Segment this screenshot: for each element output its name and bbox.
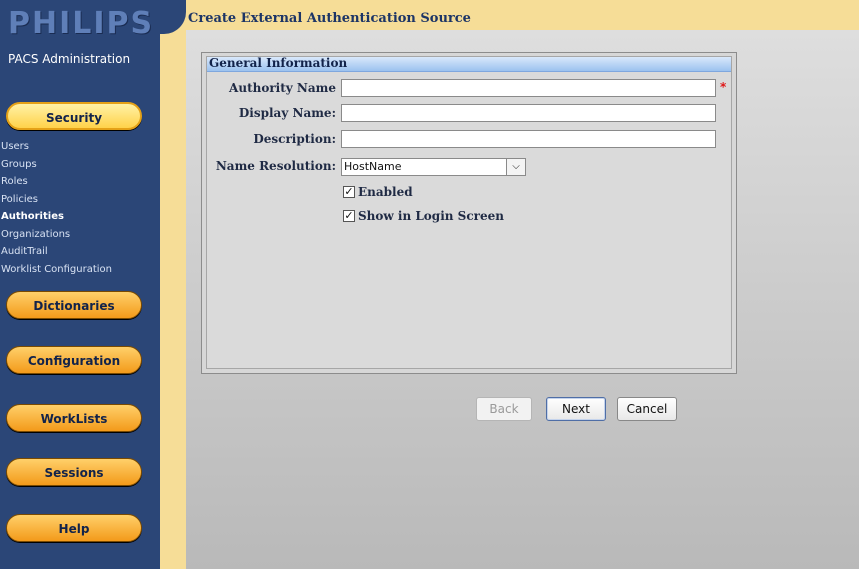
cancel-button[interactable]: Cancel <box>617 397 677 421</box>
authority-name-label: Authority Name <box>229 81 336 95</box>
nav-help-button[interactable]: Help <box>6 514 142 542</box>
nav-sessions-button[interactable]: Sessions <box>6 458 142 486</box>
chevron-down-icon[interactable]: ⌵ <box>506 159 525 175</box>
panel-header: General Information <box>207 56 731 72</box>
subnav-item-worklist-configuration[interactable]: Worklist Configuration <box>0 261 160 279</box>
nav-worklists-button[interactable]: WorkLists <box>6 404 142 432</box>
subnav-item-roles[interactable]: Roles <box>0 173 160 191</box>
divider-band <box>160 0 186 569</box>
enabled-checkbox[interactable]: ✓ <box>343 186 355 198</box>
description-label: Description: <box>253 132 336 146</box>
nav-configuration-button[interactable]: Configuration <box>6 346 142 374</box>
panel-title: General Information <box>209 56 348 70</box>
enabled-label: Enabled <box>358 185 413 199</box>
description-input[interactable] <box>341 130 716 148</box>
subnav-item-policies[interactable]: Policies <box>0 191 160 209</box>
app-title: PACS Administration <box>8 52 131 66</box>
required-marker: * <box>720 80 727 94</box>
show-in-login-label: Show in Login Screen <box>358 209 504 223</box>
back-button[interactable]: Back <box>476 397 532 421</box>
name-resolution-select[interactable]: HostName ⌵ <box>341 158 526 176</box>
subnav-item-users[interactable]: Users <box>0 138 160 156</box>
nav-dictionaries-button[interactable]: Dictionaries <box>6 291 142 319</box>
page-title: Create External Authentication Source <box>188 11 471 26</box>
philips-logo: PHILIPS <box>8 6 155 41</box>
show-in-login-checkbox[interactable]: ✓ <box>343 210 355 222</box>
nav-security-button[interactable]: Security <box>6 102 142 130</box>
sidebar: PHILIPS PACS Administration Security Use… <box>0 0 160 569</box>
name-resolution-label: Name Resolution: <box>215 159 336 173</box>
display-name-label: Display Name: <box>238 106 336 120</box>
subnav-item-organizations[interactable]: Organizations <box>0 226 160 244</box>
subnav-item-groups[interactable]: Groups <box>0 156 160 174</box>
authority-name-input[interactable] <box>341 79 716 97</box>
subnav-item-authorities[interactable]: Authorities <box>0 208 160 226</box>
security-subnav: Users Groups Roles Policies Authorities … <box>0 138 160 278</box>
subnav-item-audittrail[interactable]: AuditTrail <box>0 243 160 261</box>
next-button[interactable]: Next <box>546 397 606 421</box>
name-resolution-value: HostName <box>344 160 402 173</box>
display-name-input[interactable] <box>341 104 716 122</box>
